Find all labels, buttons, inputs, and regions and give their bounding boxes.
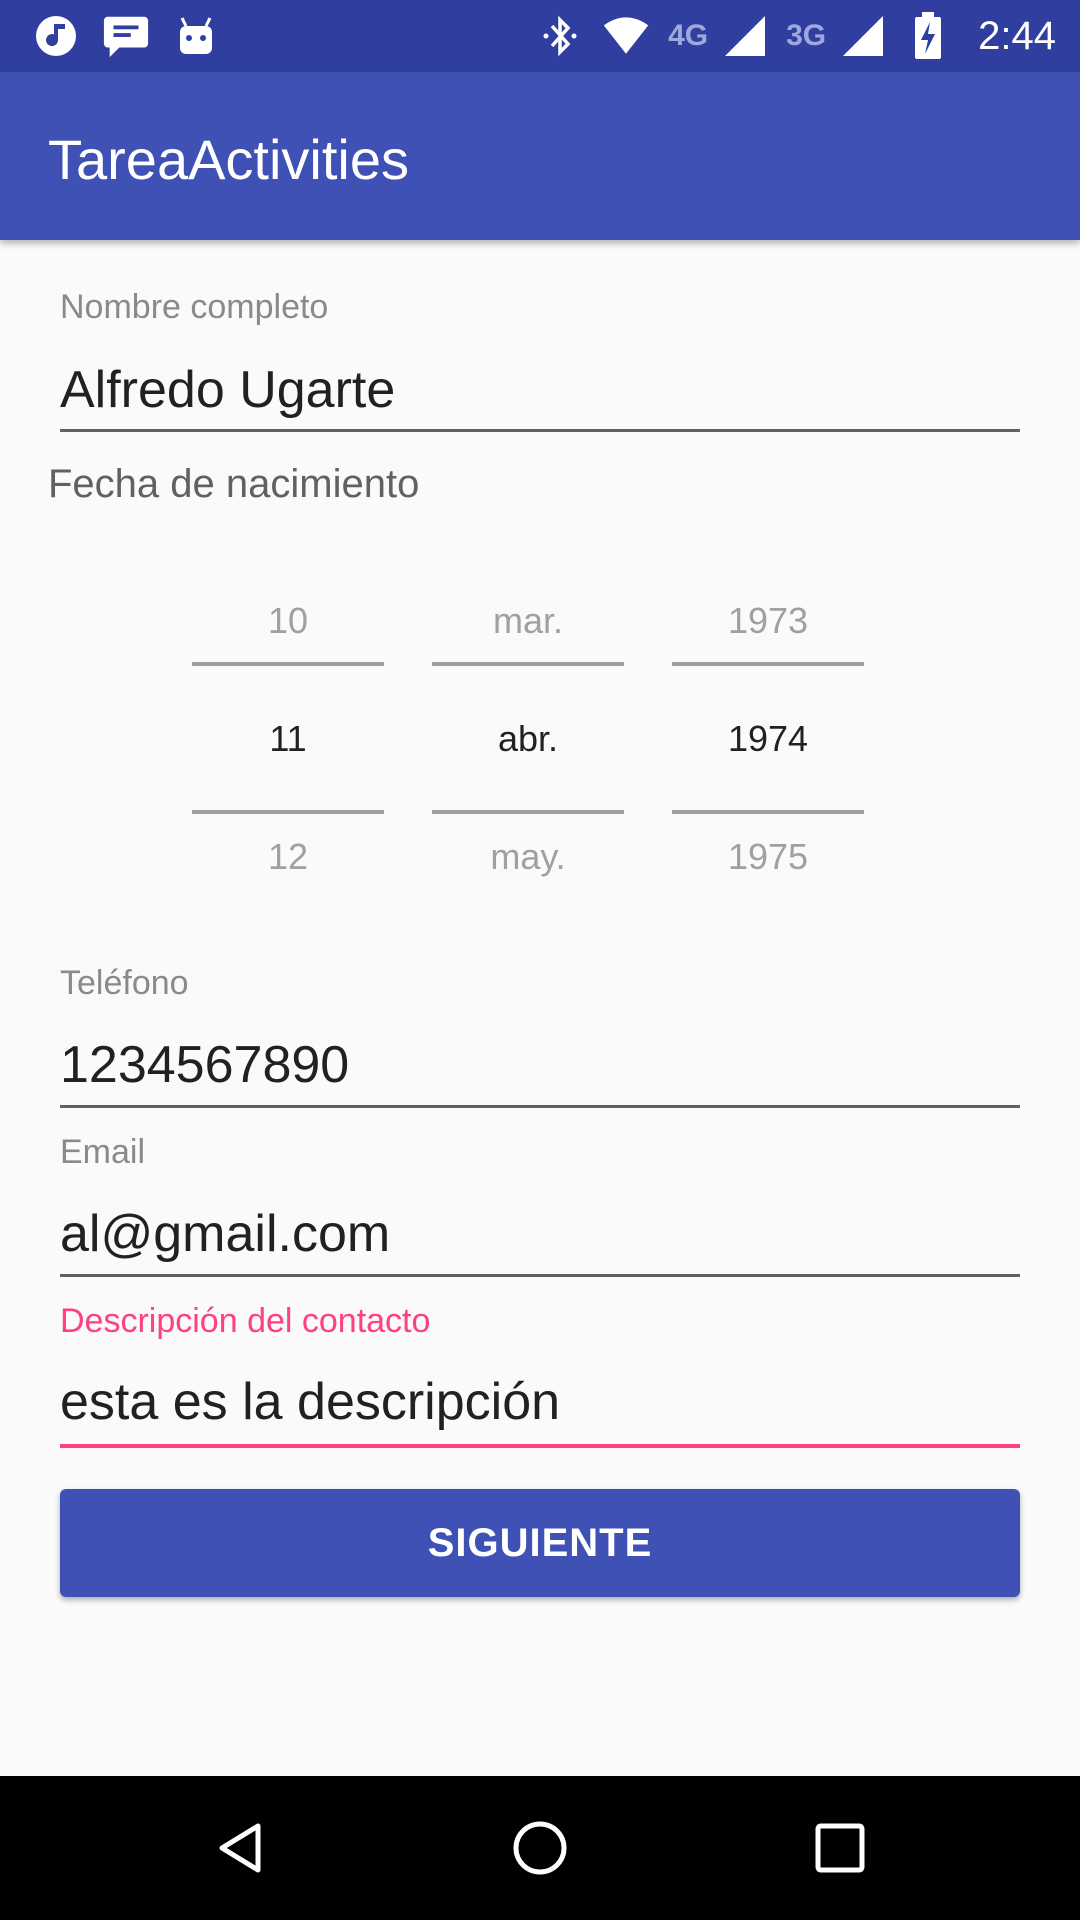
signal-icon <box>720 12 768 60</box>
email-field-underline <box>60 1274 1020 1277</box>
name-field[interactable]: Alfredo Ugarte <box>60 360 395 420</box>
status-bar: 4G 3G 2:44 <box>0 0 1080 72</box>
month-picker[interactable]: mar. abr. may. <box>432 596 624 916</box>
year-prev[interactable]: 1973 <box>672 600 864 642</box>
year-selected[interactable]: 1974 <box>672 718 864 760</box>
month-prev[interactable]: mar. <box>432 600 624 642</box>
app-bar: TareaActivities <box>0 72 1080 240</box>
battery-charging-icon <box>904 12 952 60</box>
description-field-underline <box>60 1444 1020 1448</box>
bluetooth-icon <box>536 12 584 60</box>
signal-icon <box>838 12 886 60</box>
day-picker[interactable]: 10 11 12 <box>192 596 384 916</box>
email-label: Email <box>60 1133 146 1171</box>
birth-date-label: Fecha de nacimiento <box>48 462 420 506</box>
back-icon[interactable] <box>204 1812 276 1884</box>
phone-field[interactable]: 1234567890 <box>60 1035 349 1095</box>
day-divider-top <box>192 662 384 666</box>
phone-label: Teléfono <box>60 964 189 1002</box>
day-next[interactable]: 12 <box>192 836 384 878</box>
email-field[interactable]: al@gmail.com <box>60 1204 390 1264</box>
message-icon <box>102 12 150 60</box>
next-button[interactable]: SIGUIENTE <box>60 1489 1020 1597</box>
app-title: TareaActivities <box>48 128 410 191</box>
status-time: 2:44 <box>978 13 1056 58</box>
network-type-4g: 4G <box>668 19 709 52</box>
year-divider-top <box>672 662 864 666</box>
navigation-bar <box>0 1776 1080 1920</box>
description-field[interactable]: esta es la descripción <box>60 1372 560 1432</box>
year-picker[interactable]: 1973 1974 1975 <box>672 596 864 916</box>
android-icon <box>172 12 220 60</box>
month-divider-bottom <box>432 810 624 814</box>
network-type-3g: 3G <box>786 19 827 52</box>
screen: 4G 3G 2:44 TareaActivities Nombre comple… <box>0 0 1080 1920</box>
name-field-underline <box>60 429 1020 432</box>
home-icon[interactable] <box>504 1812 576 1884</box>
month-selected[interactable]: abr. <box>432 718 624 760</box>
day-divider-bottom <box>192 810 384 814</box>
month-divider-top <box>432 662 624 666</box>
description-label: Descripción del contacto <box>60 1302 431 1340</box>
phone-field-underline <box>60 1105 1020 1108</box>
month-next[interactable]: may. <box>432 836 624 878</box>
day-selected[interactable]: 11 <box>192 718 384 760</box>
wifi-icon <box>602 12 650 60</box>
year-next[interactable]: 1975 <box>672 836 864 878</box>
recents-icon[interactable] <box>804 1812 876 1884</box>
year-divider-bottom <box>672 810 864 814</box>
name-label: Nombre completo <box>60 288 329 326</box>
music-icon <box>32 12 80 60</box>
day-prev[interactable]: 10 <box>192 600 384 642</box>
